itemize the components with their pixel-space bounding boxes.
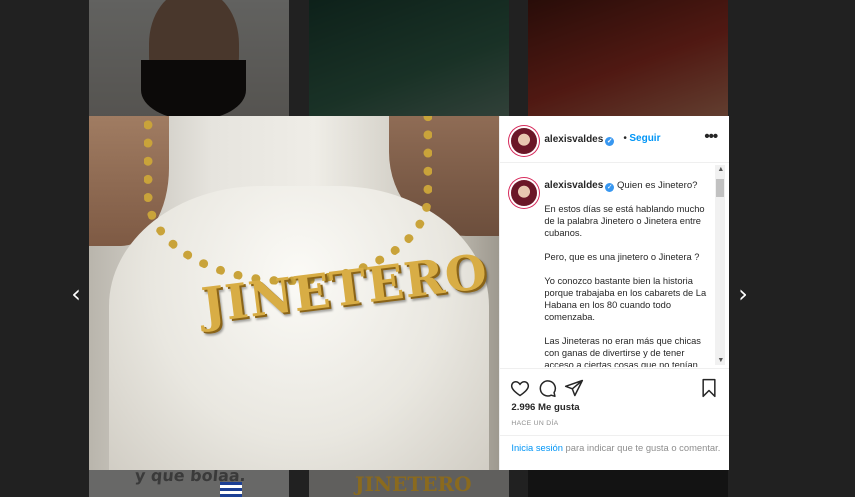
share-icon[interactable]: [564, 378, 584, 398]
caption-username[interactable]: alexisvaldes: [544, 180, 603, 191]
caption-area[interactable]: alexisvaldes ✓ Quien es Jinetero? En esto…: [500, 163, 729, 367]
more-options-icon[interactable]: •••: [704, 128, 718, 145]
verified-badge-icon: ✓: [605, 137, 615, 146]
post-sidebar: alexisvaldes ✓ • Seguir ••• alexisvaldes ✓…: [499, 116, 730, 471]
post-modal: JINETERO alexisvaldes ✓ • Seguir ••• alex…: [89, 116, 730, 471]
caption-header: alexisvaldes ✓ Quien es Jinetero?: [544, 180, 698, 192]
header-username[interactable]: alexisvaldes ✓: [544, 134, 615, 146]
chevron-left-icon[interactable]: ‹: [66, 282, 86, 306]
post-image[interactable]: JINETERO: [89, 116, 500, 470]
likes-count[interactable]: 2.996 Me gusta: [511, 402, 579, 413]
caption-body: En estos días se está hablando mucho de …: [544, 203, 708, 367]
verified-badge-icon: ✓: [605, 183, 615, 192]
comment-icon[interactable]: [537, 378, 557, 398]
post-timestamp[interactable]: HACE UN DÍA: [511, 420, 558, 427]
post-header: alexisvaldes ✓ • Seguir •••: [500, 116, 730, 163]
login-prompt-rest: para indicar que te gusta o comentar.: [562, 442, 721, 453]
chevron-right-icon[interactable]: ›: [733, 282, 753, 306]
heart-icon[interactable]: [510, 378, 530, 398]
caption-scrollbar[interactable]: ▲ ▼: [715, 165, 726, 365]
login-link[interactable]: Inicia sesión: [511, 442, 563, 453]
login-prompt-text: Inicia sesión para indicar que te gusta …: [511, 442, 721, 454]
username-text: alexisvaldes: [544, 134, 604, 145]
caption-paragraph: Las Jineteras no eran más que chicas con…: [544, 336, 701, 367]
bookmark-icon[interactable]: [699, 378, 719, 398]
scroll-up-icon[interactable]: ▲: [717, 166, 724, 173]
post-actions: 2.996 Me gusta HACE UN DÍA: [500, 368, 730, 439]
caption-paragraph: Yo conozco bastante bien la historia por…: [544, 276, 707, 322]
follow-button[interactable]: Seguir: [629, 133, 660, 144]
avatar[interactable]: [511, 180, 538, 206]
caption-paragraph: En estos días se está hablando mucho de …: [544, 204, 705, 238]
scrollbar-thumb[interactable]: [716, 179, 725, 197]
caption-first-line: Quien es Jinetero?: [616, 180, 698, 191]
login-prompt: Inicia sesión para indicar que te gusta …: [500, 435, 730, 471]
caption-paragraph: Pero, que es una jinetero o Jinetera ?: [544, 252, 700, 262]
cuban-flag-icon: [220, 482, 242, 497]
thumbnail-caption: JINETERO: [355, 472, 472, 496]
scroll-down-icon[interactable]: ▼: [717, 357, 724, 364]
avatar[interactable]: [511, 128, 538, 154]
separator: •: [623, 133, 627, 144]
